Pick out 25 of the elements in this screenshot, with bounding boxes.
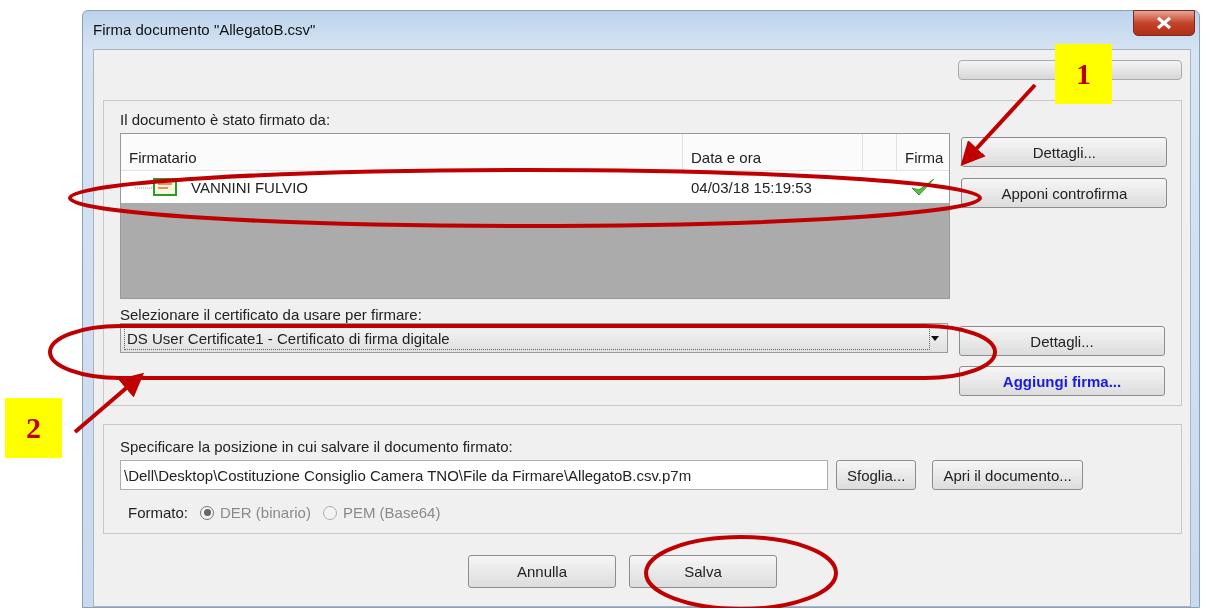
dialog-button[interactable]: Sfoglia... — [836, 460, 917, 490]
signer-name: VANNINI FULVIO — [191, 178, 308, 196]
callout-label: 2 — [5, 398, 62, 458]
close-icon — [1155, 16, 1173, 30]
save-location-label: Specificare la posizione in cui salvare il documento firmato: — [120, 437, 513, 455]
window-title: Firma documento "AllegatoB.csv" — [93, 20, 316, 38]
column-header[interactable]: Data e ora — [691, 149, 762, 166]
format-label: Formato: — [128, 504, 188, 521]
certificate-label: Selezionare il certificato da usare per firmare: — [120, 306, 422, 323]
dialog-button[interactable]: Salva — [629, 555, 777, 588]
dialog-button[interactable]: Apri il documento... — [932, 460, 1083, 490]
signature-date: 04/03/18 15:19:53 — [691, 178, 812, 196]
dialog-button[interactable]: Dettagli... — [961, 137, 1168, 167]
column-header[interactable]: Firmatario — [129, 149, 197, 166]
signers-label: Il documento è stato firmato da: — [120, 111, 331, 128]
dialog-button[interactable]: Dettagli... — [959, 326, 1165, 356]
close-button[interactable] — [1133, 10, 1195, 36]
dialog-button[interactable]: Annulla — [468, 555, 616, 588]
callout-label: 1 — [1055, 44, 1112, 104]
path-field[interactable]: \Dell\Desktop\Costituzione Consiglio Camera TNO\File da Firmare\AllegatoB.csv.p7m — [120, 460, 828, 490]
dialog-button[interactable]: Apponi controfirma — [961, 178, 1168, 208]
dropdown-arrow-icon — [929, 334, 941, 342]
annotation-arrow — [73, 372, 145, 434]
column-header[interactable]: Firma — [905, 149, 944, 166]
add-signature-button[interactable]: Aggiungi firma... — [959, 366, 1165, 396]
